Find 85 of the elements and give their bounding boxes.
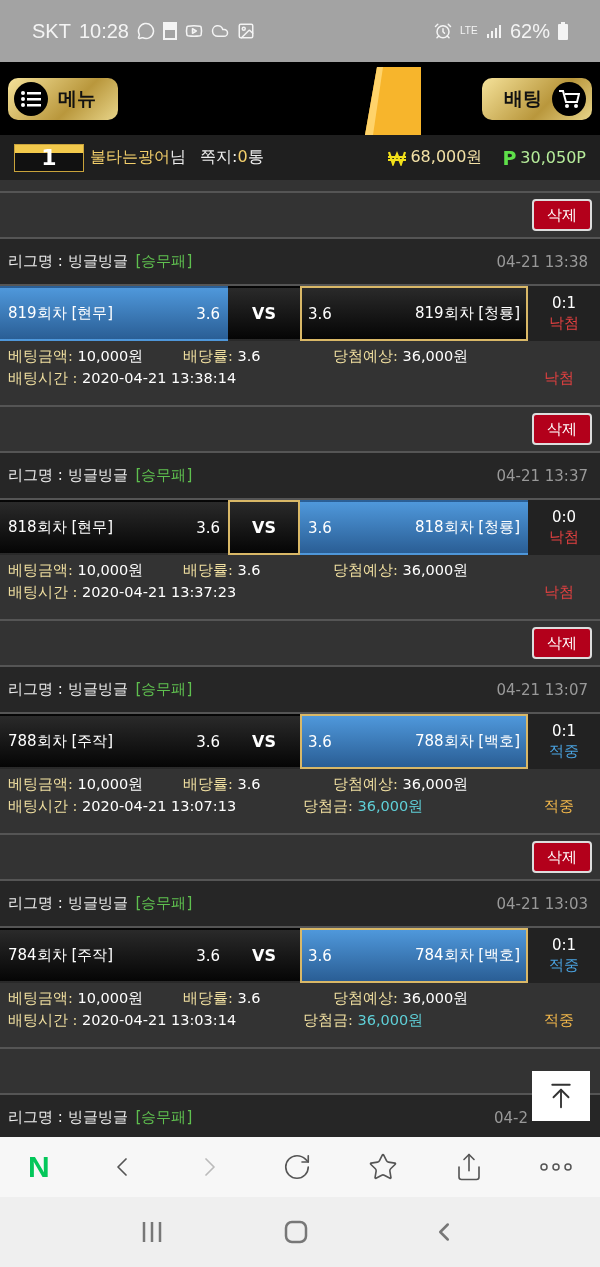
payout: 당첨금: 36,000원	[303, 797, 424, 816]
bet-button[interactable]: 배팅	[482, 77, 592, 120]
team-option[interactable]: 3.6 819회차 [청룡]	[300, 286, 528, 341]
expected-win: 당첨예상: 36,000원	[333, 347, 470, 366]
final-result: 적중	[544, 1011, 574, 1030]
bet-time: 배팅시간 : 2020-04-21 13:03:14	[8, 1011, 238, 1030]
team-option[interactable]: 3.6 784회차 [백호]	[300, 928, 528, 983]
recent-apps-icon[interactable]	[140, 1221, 163, 1243]
username: 불타는광어님	[90, 147, 186, 168]
final-result: 낙첨	[544, 369, 574, 388]
bet-date: 04-21 13:37	[496, 466, 588, 485]
points-mark: P	[502, 146, 517, 169]
final-result: 낙첨	[544, 583, 574, 602]
score: 0:1	[551, 294, 577, 312]
payout: 당첨금: 36,000원	[303, 1011, 424, 1030]
chat-icon	[136, 22, 155, 40]
draw-option[interactable]: VS	[228, 714, 300, 769]
league-name: 리그명 : 빙글빙글 [승무패]	[8, 894, 193, 913]
expected-win: 당첨예상: 36,000원	[333, 989, 470, 1008]
delete-button[interactable]: 삭제	[532, 627, 592, 659]
image-icon	[236, 22, 255, 40]
network-type: LTE	[459, 26, 478, 36]
points-balance: 30,050P	[520, 148, 586, 167]
star-icon[interactable]	[367, 1152, 398, 1182]
video-icon	[184, 22, 203, 40]
league-name: 리그명 : 빙글빙글 [승무패]	[8, 466, 193, 485]
team-option[interactable]: 3.6 788회차 [백호]	[300, 714, 528, 769]
bet-amount: 베팅금액: 10,000원	[8, 775, 145, 794]
league-name: 리그명 : 빙글빙글 [승무패]	[8, 252, 193, 271]
league-name: 리그명 : 빙글빙글 [승무패]	[8, 1108, 193, 1127]
bet-time: 배팅시간 : 2020-04-21 13:38:14	[8, 369, 238, 388]
score: 0:1	[551, 936, 577, 954]
delete-button[interactable]: 삭제	[532, 413, 592, 445]
odds-rate: 배당률: 3.6	[183, 989, 262, 1008]
cart-icon	[558, 88, 580, 109]
bet-date: 04-2	[493, 1108, 528, 1127]
bet-date: 04-21 13:07	[496, 680, 588, 699]
draw-option[interactable]: VS	[228, 928, 300, 983]
home-icon[interactable]	[284, 1220, 308, 1244]
more-icon[interactable]	[539, 1163, 572, 1171]
signal-icon	[485, 23, 502, 39]
draw-option[interactable]: VS	[228, 286, 300, 341]
result-label: 낙첨	[549, 314, 579, 333]
odds-rate: 배당률: 3.6	[183, 775, 262, 794]
team-option[interactable]: 819회차 [현무] 3.6	[0, 286, 228, 341]
score: 0:1	[551, 722, 577, 740]
alarm-icon	[433, 22, 452, 40]
league-name: 리그명 : 빙글빙글 [승무패]	[8, 680, 193, 699]
result-label: 적중	[549, 742, 579, 761]
team-option[interactable]: 788회차 [주작] 3.6	[0, 714, 228, 769]
bet-amount: 베팅금액: 10,000원	[8, 347, 145, 366]
bet-time: 배팅시간 : 2020-04-21 13:37:23	[8, 583, 238, 602]
rank-badge: 1	[14, 143, 84, 172]
final-result: 적중	[544, 797, 574, 816]
logo-drawing	[365, 65, 421, 135]
expected-win: 당첨예상: 36,000원	[333, 775, 470, 794]
scroll-top-button[interactable]	[532, 1071, 590, 1121]
bet-time: 배팅시간 : 2020-04-21 13:07:13	[8, 797, 238, 816]
bet-amount: 베팅금액: 10,000원	[8, 561, 145, 580]
delete-button[interactable]: 삭제	[532, 841, 592, 873]
cash-balance: 68,000원	[410, 147, 483, 168]
clock: 10:28	[78, 19, 129, 43]
cloud-icon	[210, 22, 229, 40]
team-option[interactable]: 784회차 [주작] 3.6	[0, 928, 228, 983]
card-icon	[162, 22, 177, 40]
result-label: 적중	[549, 956, 579, 975]
team-option[interactable]: 818회차 [현무] 3.6	[0, 500, 228, 555]
team-option[interactable]: 3.6 818회차 [청룡]	[300, 500, 528, 555]
result-label: 낙첨	[549, 528, 579, 547]
message-count[interactable]: 쪽지:0통	[200, 147, 264, 168]
bet-date: 04-21 13:38	[496, 252, 588, 271]
bet-date: 04-21 13:03	[496, 894, 588, 913]
battery-level: 62%	[509, 19, 550, 43]
menu-icon	[21, 90, 41, 107]
odds-rate: 배당률: 3.6	[183, 561, 262, 580]
odds-rate: 배당률: 3.6	[183, 347, 262, 366]
draw-option[interactable]: VS	[228, 500, 300, 555]
won-icon	[388, 149, 407, 166]
score: 0:0	[551, 508, 577, 526]
battery-icon	[558, 22, 568, 40]
delete-button[interactable]: 삭제	[532, 199, 592, 231]
carrier: SKT	[32, 19, 71, 43]
bet-amount: 베팅금액: 10,000원	[8, 989, 145, 1008]
menu-button[interactable]: 메뉴	[8, 77, 118, 120]
expected-win: 당첨예상: 36,000원	[333, 561, 470, 580]
